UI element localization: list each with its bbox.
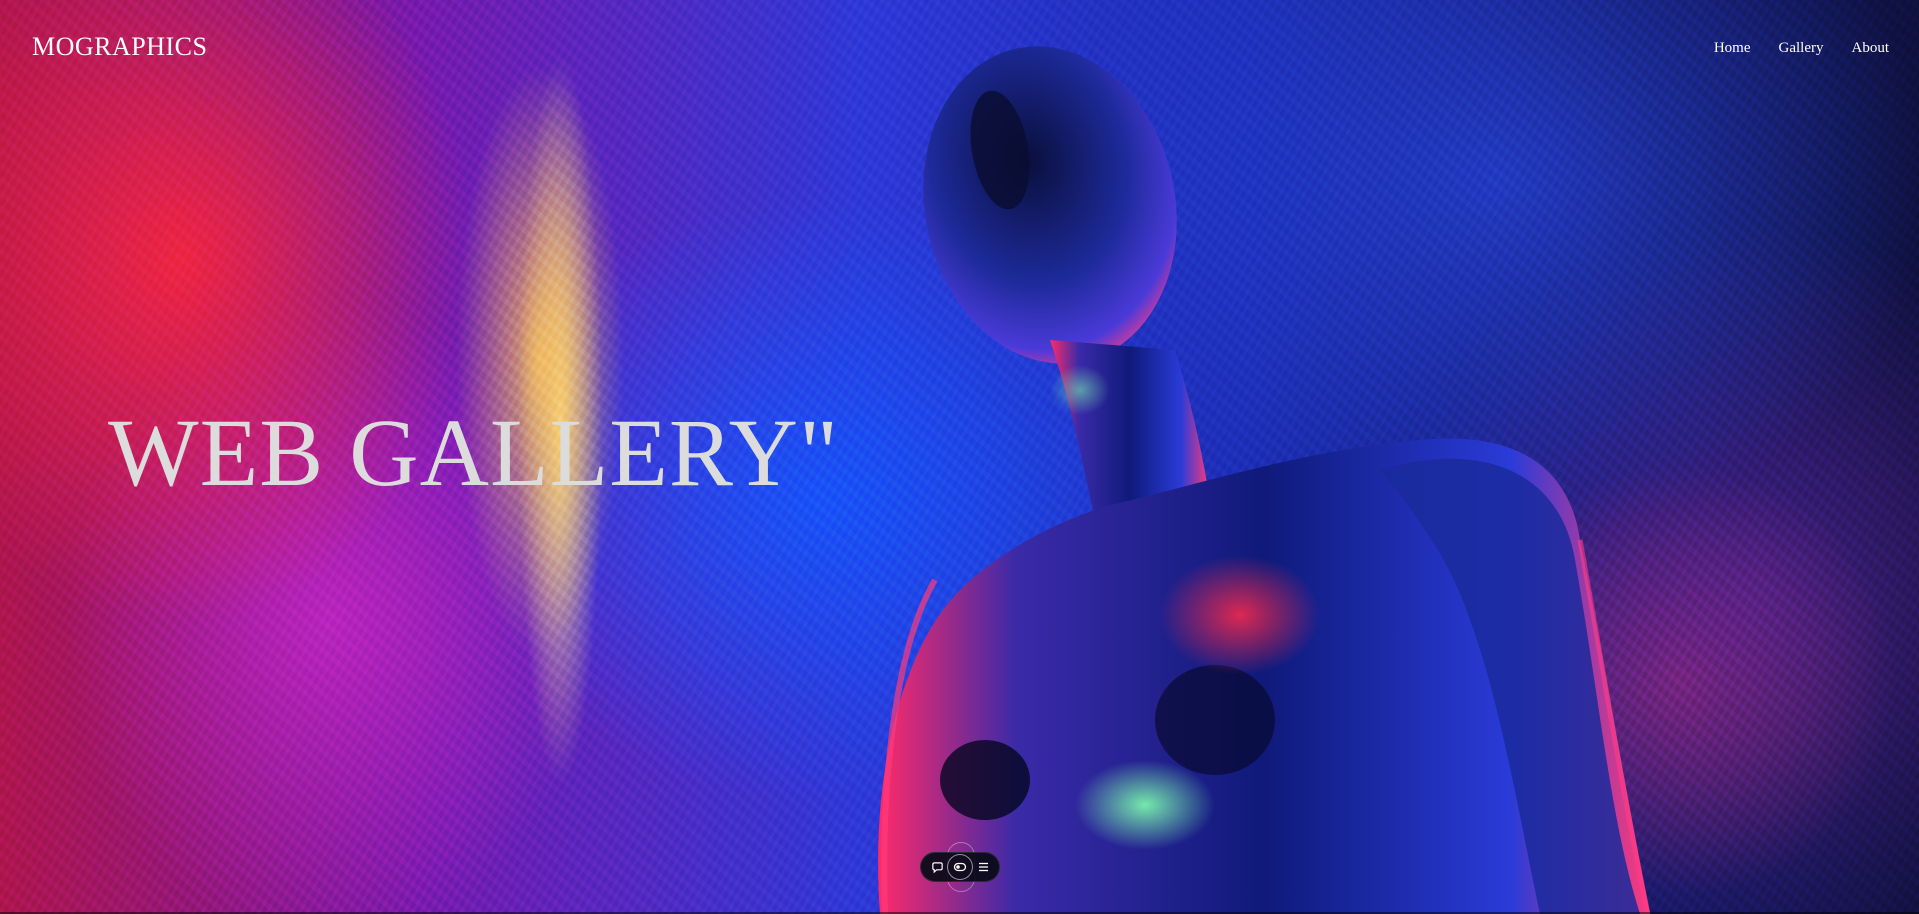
site-header: MOGRAPHICS Home Gallery About [0, 0, 1919, 100]
menu-icon[interactable] [974, 858, 992, 876]
toggle-icon[interactable] [948, 855, 972, 879]
site-logo[interactable]: MOGRAPHICS [32, 32, 208, 62]
nav-link-gallery[interactable]: Gallery [1779, 40, 1824, 57]
floating-toolbar [920, 852, 1000, 882]
nav-link-home[interactable]: Home [1714, 40, 1751, 57]
page: MOGRAPHICS Home Gallery About WEB GALLER… [0, 0, 1919, 914]
chat-bubble-icon[interactable] [928, 858, 946, 876]
nav-link-about[interactable]: About [1852, 40, 1890, 57]
main-nav: Home Gallery About [1686, 40, 1889, 57]
hero-title: WEB GALLERY" [108, 399, 840, 506]
